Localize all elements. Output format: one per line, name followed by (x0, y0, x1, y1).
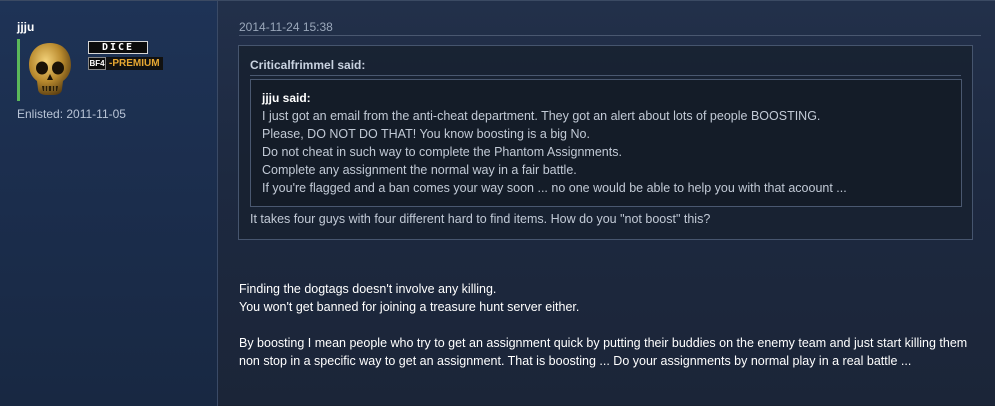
post-body-paragraph: By boosting I mean people who try to get… (239, 336, 968, 368)
enlisted-date: Enlisted: 2011-11-05 (17, 107, 126, 121)
nested-quote-author[interactable]: jjju said: (262, 91, 311, 105)
post-content: 2014-11-24 15:38 Criticalfrimmel said: j… (219, 1, 995, 406)
premium-badge: BF4 -PREMIUM (88, 57, 168, 70)
quote-reply-text: It takes four guys with four different h… (250, 212, 711, 226)
timestamp-divider (239, 35, 981, 36)
nested-quote-line: Do not cheat in such way to complete the… (262, 145, 622, 159)
nested-quote-line: I just got an email from the anti-cheat … (262, 109, 821, 123)
avatar-frame (17, 39, 77, 101)
post-body: Finding the dogtags doesn't involve any … (239, 280, 979, 370)
golden-skull-icon[interactable] (26, 41, 74, 97)
post-author-sidebar: jjju DICE BF4 -PREMIUM Enlisted: 2011-11… (0, 1, 218, 406)
post-timestamp: 2014-11-24 15:38 (239, 20, 333, 34)
quote-divider (250, 75, 961, 76)
quote-block: Criticalfrimmel said: jjju said: I just … (238, 45, 973, 240)
forum-post: jjju DICE BF4 -PREMIUM Enlisted: 2011-11… (0, 0, 995, 406)
bf4-logo: BF4 (88, 57, 106, 70)
dice-badge: DICE (88, 41, 148, 54)
nested-quote-line: If you're flagged and a ban comes your w… (262, 181, 847, 195)
quote-author[interactable]: Criticalfrimmel said: (250, 58, 365, 72)
nested-quote-line: Please, DO NOT DO THAT! You know boostin… (262, 127, 590, 141)
post-body-line: Finding the dogtags doesn't involve any … (239, 282, 497, 296)
premium-label: -PREMIUM (106, 57, 163, 70)
nested-quote-line: Complete any assignment the normal way i… (262, 163, 577, 177)
author-username[interactable]: jjju (17, 20, 34, 34)
post-body-line: You won't get banned for joining a treas… (239, 300, 580, 314)
nested-quote-block: jjju said: I just got an email from the … (250, 79, 962, 207)
nested-quote-text: I just got an email from the anti-cheat … (262, 107, 847, 197)
